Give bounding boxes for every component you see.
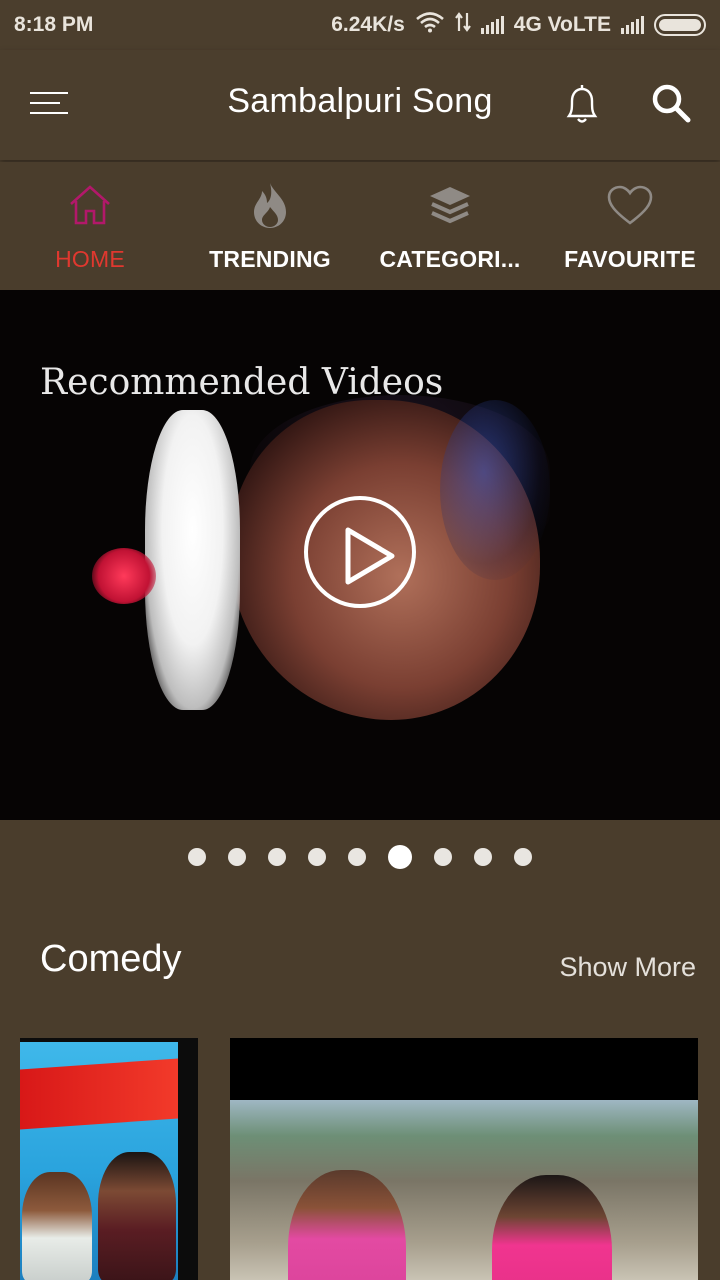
notifications-button[interactable] <box>560 80 604 128</box>
home-icon <box>65 180 115 230</box>
status-indicators: 6.24K/s 4G VoLTE <box>331 11 706 39</box>
carousel-dot[interactable] <box>228 848 246 866</box>
network-type: 4G VoLTE <box>513 13 611 36</box>
signal-icon <box>480 16 504 34</box>
recommended-banner[interactable]: Recommended Videos <box>0 290 720 820</box>
status-bar: 8:18 PM 6.24K/s 4G VoLTE <box>0 0 720 50</box>
play-icon <box>345 527 395 585</box>
tab-trending[interactable]: TRENDING <box>180 162 360 290</box>
tab-favourite[interactable]: FAVOURITE <box>540 162 720 290</box>
flame-icon <box>245 180 295 230</box>
carousel-dot-active[interactable] <box>388 845 412 869</box>
play-button[interactable] <box>304 496 416 608</box>
tab-trending-label: TRENDING <box>209 246 331 272</box>
search-icon <box>652 84 691 123</box>
battery-icon <box>654 14 706 36</box>
carousel-indicator <box>0 842 720 872</box>
tab-home-label: HOME <box>55 246 125 272</box>
tab-categories[interactable]: CATEGORI... <box>360 162 540 290</box>
heart-icon <box>605 180 655 230</box>
signal-icon-2 <box>621 16 644 34</box>
data-arrows-icon <box>454 11 471 39</box>
carousel-dot[interactable] <box>348 848 366 866</box>
app-title: Sambalpuri Song <box>227 82 493 120</box>
tab-bar: HOME TRENDING CATEGORI... FAVOURITE <box>0 162 720 290</box>
thumbnail-image <box>20 1042 178 1280</box>
network-speed: 6.24K/s <box>331 13 405 36</box>
show-more-link[interactable]: Show More <box>559 952 696 983</box>
section-title: Comedy <box>40 938 182 980</box>
carousel-dot[interactable] <box>188 848 206 866</box>
video-thumbnail[interactable] <box>230 1038 698 1280</box>
app-bar: Sambalpuri Song <box>0 50 720 160</box>
video-thumbnail[interactable] <box>20 1038 198 1280</box>
carousel-dot[interactable] <box>514 848 532 866</box>
carousel-dot[interactable] <box>434 848 452 866</box>
status-time: 8:18 PM <box>14 13 94 36</box>
tab-home[interactable]: HOME <box>0 162 180 290</box>
carousel-dot[interactable] <box>308 848 326 866</box>
tab-categories-label: CATEGORI... <box>379 246 521 272</box>
layers-icon <box>425 180 475 230</box>
carousel-dot[interactable] <box>268 848 286 866</box>
banner-title: Recommended Videos <box>40 362 444 403</box>
wifi-icon <box>415 11 445 39</box>
search-button[interactable] <box>650 82 694 126</box>
tab-favourite-label: FAVOURITE <box>564 246 696 272</box>
carousel-dot[interactable] <box>474 848 492 866</box>
thumbnail-image <box>230 1100 698 1280</box>
bell-icon <box>566 85 598 123</box>
